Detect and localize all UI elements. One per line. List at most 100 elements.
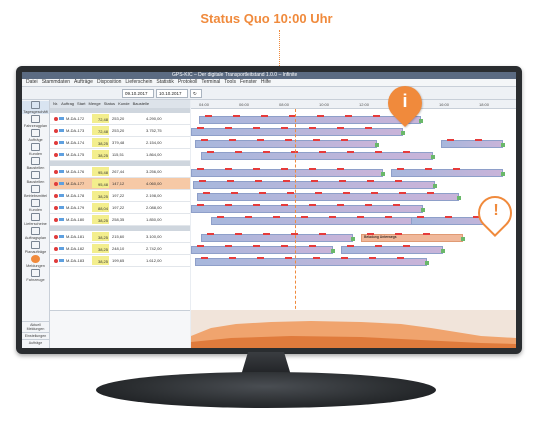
table-row[interactable]: M-DA-179 88,04 197,22 2.088,00 (50, 202, 190, 214)
module-icon (31, 227, 40, 235)
stop-marker (253, 127, 260, 129)
trip-bar[interactable] (341, 246, 443, 254)
amount-cell: 3.256,00 (146, 169, 162, 174)
stop-marker (329, 216, 336, 218)
amount-cell: 1.850,00 (146, 217, 162, 222)
sidebar-item[interactable]: Planaufträge (22, 241, 49, 254)
column-header[interactable]: Start (77, 100, 85, 108)
trip-bar[interactable] (391, 169, 503, 177)
table-row[interactable]: M-DA-178 38,25 197,22 2.198,00 (50, 190, 190, 202)
gantt-row (191, 256, 516, 267)
sidebar-item-label: Auftragsplan (24, 236, 47, 240)
sidebar-item[interactable]: Kunden (22, 143, 49, 156)
table-row[interactable]: M-DA-180 38,25 258,35 1.850,00 (50, 214, 190, 226)
table-row[interactable]: M-DA-183 38,25 199,65 1.612,00 (50, 255, 190, 267)
stop-marker (399, 192, 406, 194)
trip-bar[interactable] (195, 140, 377, 148)
table-row[interactable]: M-DA-177 95,48 147,12 4.060,00 (50, 178, 190, 190)
menu-item[interactable]: Lieferschein (125, 79, 152, 85)
sidebar-item[interactable]: Tagesgeschäft (22, 101, 49, 114)
stop-marker (253, 245, 260, 247)
sidebar-item[interactable]: Fahrzeugplan (22, 115, 49, 128)
timeline-tick: 16:00 (439, 102, 450, 107)
menu-item[interactable]: Aufträge (74, 79, 93, 85)
gantt-row (191, 126, 516, 137)
status-dot (54, 141, 58, 145)
sidebar-item[interactable]: Baustellen (22, 171, 49, 184)
menu-item[interactable]: Statistik (156, 79, 174, 85)
trip-bar[interactable] (211, 217, 413, 225)
sidebar-footer-item[interactable]: Aktuell Meldungen (22, 321, 49, 332)
stop-marker (367, 233, 374, 235)
sidebar-footer: Aktuell Meldungen Einstellungen Aufträge (22, 321, 49, 346)
menu-item[interactable]: Protokoll (178, 79, 197, 85)
menu-item[interactable]: Datei (26, 79, 38, 85)
stop-marker (375, 245, 382, 247)
column-header[interactable]: Status (104, 100, 115, 108)
table-row[interactable]: M-DA-181 38,25 215,60 3.100,00 (50, 231, 190, 243)
table-row[interactable]: M-DA-172 72,48 253,20 4.290,00 (50, 113, 190, 125)
sidebar-footer-item[interactable]: Aufträge (22, 339, 49, 346)
trip-bar[interactable] (191, 246, 333, 254)
menu-item[interactable]: Disposition (97, 79, 121, 85)
column-header[interactable]: Kunde (118, 100, 130, 108)
menu-item[interactable]: Hilfe (261, 79, 271, 85)
stop-marker (403, 245, 410, 247)
stop-marker (197, 204, 204, 206)
weight-cell: 215,60 (112, 234, 125, 239)
column-header[interactable]: Baustelle (133, 100, 149, 108)
stop-marker (207, 151, 214, 153)
refresh-icon[interactable]: ↻ (190, 89, 202, 98)
quantity-cell: 95,48 (92, 167, 109, 176)
sidebar-item[interactable]: Meldungen (22, 255, 49, 268)
stop-marker (259, 192, 266, 194)
trip-bar[interactable] (195, 258, 427, 266)
stop-marker (205, 115, 212, 117)
column-header[interactable]: Auftrag (61, 100, 74, 108)
menu-item[interactable]: Terminal (201, 79, 220, 85)
trip-bar[interactable] (191, 169, 383, 177)
sidebar-footer-item[interactable]: Einstellungen (22, 332, 49, 339)
flag-icon (59, 259, 64, 262)
order-table: Nr. Auftrag Start Menge Status Kunde Baustelle… (50, 100, 190, 310)
order-id: M-DA-182 (66, 246, 85, 251)
stop-marker (235, 151, 242, 153)
table-row[interactable]: M-DA-182 38,25 248,10 2.742,00 (50, 243, 190, 255)
table-row[interactable]: M-DA-175 38,25 115,51 1.864,00 (50, 149, 190, 161)
stop-marker (199, 180, 206, 182)
stop-marker (229, 257, 236, 259)
date-to-field[interactable]: 10.10.2017 (156, 89, 188, 98)
delayed-trip-bar[interactable]: Beladung Unterwegs (361, 234, 463, 242)
trip-bar[interactable] (441, 140, 503, 148)
table-row[interactable]: M-DA-174 38,25 379,48 2.154,00 (50, 137, 190, 149)
column-header[interactable]: Nr. (53, 100, 58, 108)
quantity-cell: 88,04 (92, 203, 109, 212)
menu-item[interactable]: Fenster (240, 79, 257, 85)
column-header[interactable]: Menge (88, 100, 100, 108)
sidebar-item[interactable]: Kunden (22, 199, 49, 212)
trip-bar[interactable] (199, 116, 421, 124)
sidebar-item[interactable]: Lieferscheine (22, 213, 49, 226)
timeline-tick: 06:00 (239, 102, 250, 107)
trip-bar[interactable] (191, 205, 423, 213)
sidebar-item[interactable]: Aufträge (22, 129, 49, 142)
stop-marker (337, 127, 344, 129)
trip-bar[interactable] (197, 193, 459, 201)
table-row[interactable]: M-DA-173 72,48 253,20 3.752,75 (50, 125, 190, 137)
trip-bar[interactable] (193, 181, 435, 189)
trip-bar[interactable] (201, 152, 433, 160)
trip-bar[interactable] (191, 128, 403, 136)
sidebar-item[interactable]: Auftragsplan (22, 227, 49, 240)
sidebar-item-label: Betriebsmittel (23, 194, 47, 198)
order-id: M-DA-181 (66, 234, 85, 239)
stop-marker (315, 192, 322, 194)
sidebar-item[interactable]: Baustellen (22, 157, 49, 170)
weight-cell: 199,65 (112, 258, 125, 263)
menu-item[interactable]: Stammdaten (42, 79, 70, 85)
menu-item[interactable]: Tools (224, 79, 236, 85)
table-row[interactable]: M-DA-176 95,48 267,44 3.256,00 (50, 166, 190, 178)
sidebar-item[interactable]: Fahrzeuge (22, 269, 49, 282)
sidebar-item[interactable]: Betriebsmittel (22, 185, 49, 198)
date-from-field[interactable]: 09.10.2017 (122, 89, 154, 98)
trip-bar[interactable] (201, 234, 353, 242)
